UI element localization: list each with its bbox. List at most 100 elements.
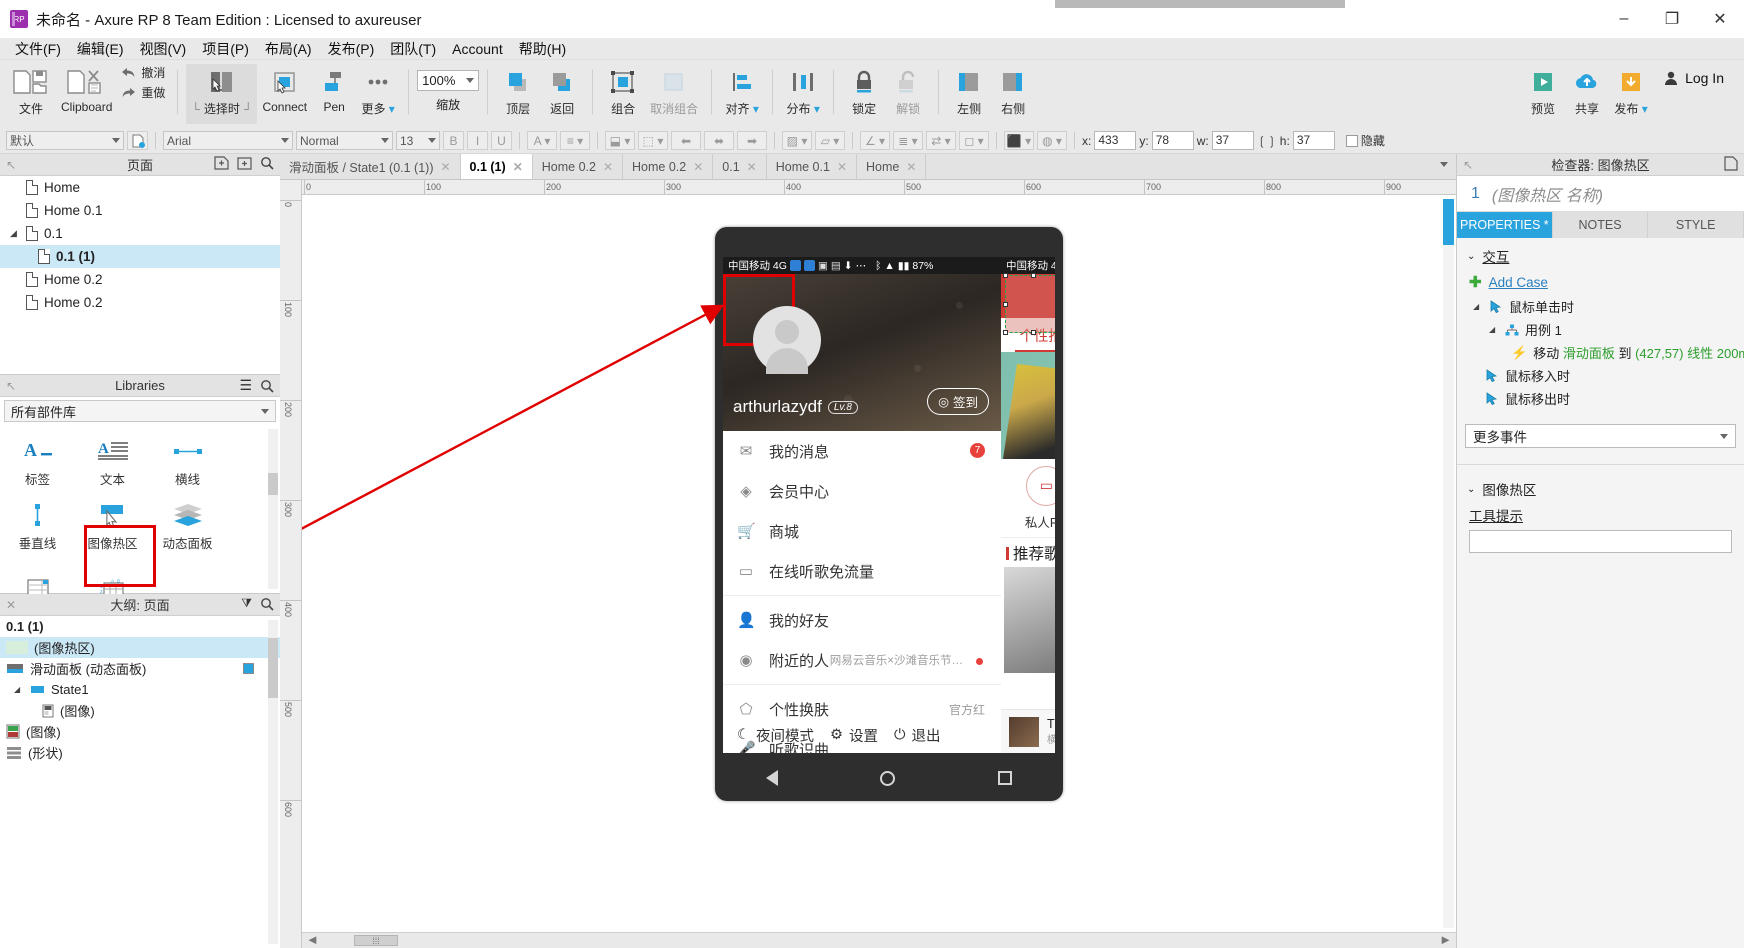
font-weight-select[interactable]: Normal bbox=[296, 131, 393, 150]
left-panel-button[interactable]: 左侧 bbox=[947, 64, 991, 124]
menu-item-view[interactable]: 视图(V) bbox=[133, 37, 194, 61]
page-item-home-0-2-a[interactable]: Home 0.2 bbox=[0, 268, 280, 291]
window-drag-grabber[interactable] bbox=[1055, 0, 1345, 8]
vertical-align-button[interactable]: ⬓ ▾ bbox=[605, 131, 635, 150]
collapse-panel-icon[interactable]: ↖ bbox=[1463, 158, 1473, 172]
scroll-right-arrow-icon[interactable]: ► bbox=[1439, 932, 1452, 947]
tab-overflow-chevron-icon[interactable] bbox=[1440, 162, 1448, 167]
font-size-select[interactable]: 13 bbox=[396, 131, 440, 150]
menu-row-messages[interactable]: ✉ 我的消息 7 bbox=[723, 431, 1001, 471]
hotspot-section-title-row[interactable]: ⌄ 图像热区 bbox=[1467, 479, 1734, 499]
share-button[interactable]: 共享 bbox=[1565, 64, 1609, 124]
expand-arrow-icon[interactable]: ◢ bbox=[10, 228, 20, 239]
line-style-button[interactable]: ∠ ▾ bbox=[860, 131, 890, 150]
menu-row-friends[interactable]: 👤 我的好友 bbox=[723, 600, 1001, 640]
line-width-button[interactable]: ≣ ▾ bbox=[893, 131, 923, 150]
recents-nav-icon[interactable] bbox=[997, 771, 1012, 785]
tab-properties[interactable]: PROPERTIES * bbox=[1457, 212, 1553, 238]
scroll-left-arrow-icon[interactable]: ◄ bbox=[306, 932, 319, 947]
close-icon[interactable]: ✕ bbox=[837, 160, 847, 174]
zoom-control[interactable]: 100% 缩放 bbox=[417, 64, 480, 113]
file-toolbar-button[interactable]: 文件 bbox=[6, 64, 56, 124]
library-scrollbar-thumb[interactable] bbox=[268, 473, 278, 495]
tab-style[interactable]: STYLE bbox=[1648, 212, 1744, 238]
outline-item-image-nested[interactable]: (图像) bbox=[0, 700, 280, 721]
expand-arrow-icon[interactable]: ◢ bbox=[1489, 325, 1499, 334]
library-item-hline[interactable]: 横线 bbox=[150, 431, 225, 495]
y-coordinate-field[interactable]: y: 78 bbox=[1139, 131, 1194, 150]
menu-item-edit[interactable]: 编辑(E) bbox=[70, 37, 131, 61]
library-selector[interactable]: 所有部件库 bbox=[4, 400, 276, 422]
right-panel-button[interactable]: 右侧 bbox=[991, 64, 1035, 124]
resize-handle-w[interactable] bbox=[1003, 302, 1008, 307]
recommended-playlists-header[interactable]: 推荐歌单 ❯ bbox=[1001, 537, 1055, 567]
sign-in-button[interactable]: ◎ 签到 bbox=[927, 388, 989, 415]
width-field[interactable]: w: 37 bbox=[1197, 131, 1254, 150]
zoom-select[interactable]: 100% bbox=[417, 70, 480, 91]
text-align-button[interactable]: ≡ ▾ bbox=[560, 131, 590, 150]
outline-item-hotspot[interactable]: (图像热区) bbox=[0, 637, 280, 658]
canvas-hscroll-thumb[interactable]: ⁞⁞⁞ bbox=[354, 935, 398, 946]
expand-arrow-icon[interactable]: ◢ bbox=[1473, 302, 1483, 311]
height-field[interactable]: ❲❳ h: 37 bbox=[1257, 131, 1335, 150]
outline-item-shape[interactable]: (形状) bbox=[0, 742, 280, 763]
menu-row-store[interactable]: 🛒 商城 bbox=[723, 511, 1001, 551]
search-icon[interactable] bbox=[260, 156, 274, 170]
playlist-card-1[interactable]: ♫48万 bbox=[1004, 567, 1055, 673]
x-coordinate-field[interactable]: x: 433 bbox=[1082, 131, 1137, 150]
chevron-down-icon[interactable]: ⌄ bbox=[1467, 251, 1475, 262]
add-page-icon[interactable] bbox=[214, 156, 229, 170]
canvas-tab-0[interactable]: 滑动面板 / State1 (0.1 (1)) ✕ bbox=[280, 154, 461, 179]
arrow-style-button[interactable]: ⇄ ▾ bbox=[926, 131, 956, 150]
event-on-mouse-enter[interactable]: 鼠标移入时 bbox=[1467, 364, 1734, 387]
distribute-button[interactable]: 分布 ▾ bbox=[781, 64, 825, 124]
canvas-tab-4[interactable]: 0.1 ✕ bbox=[713, 154, 767, 179]
menu-item-team[interactable]: 团队(T) bbox=[383, 37, 443, 61]
bold-button[interactable]: B bbox=[443, 131, 464, 150]
group-button[interactable]: 组合 bbox=[601, 64, 645, 124]
menu-item-layout[interactable]: 布局(A) bbox=[258, 37, 319, 61]
page-note-icon[interactable] bbox=[1724, 156, 1738, 171]
close-icon[interactable]: ✕ bbox=[6, 598, 16, 612]
page-item-home[interactable]: Home bbox=[0, 176, 280, 199]
y-input[interactable]: 78 bbox=[1151, 131, 1194, 150]
menu-item-publish[interactable]: 发布(P) bbox=[321, 37, 382, 61]
clipboard-toolbar-button[interactable]: Clipboard bbox=[56, 64, 117, 124]
close-icon[interactable]: ✕ bbox=[603, 160, 613, 174]
pen-tool-button[interactable]: Pen bbox=[312, 64, 356, 124]
quick-entry-fm[interactable]: ▭ 私人FM bbox=[1025, 465, 1055, 531]
tooltip-input[interactable] bbox=[1469, 530, 1732, 553]
minimize-button[interactable]: – bbox=[1600, 0, 1648, 38]
italic-button[interactable]: I bbox=[467, 131, 488, 150]
h-input[interactable]: 37 bbox=[1292, 131, 1335, 150]
close-icon[interactable]: ✕ bbox=[906, 160, 916, 174]
close-icon[interactable]: ✕ bbox=[513, 160, 523, 174]
page-item-0-1[interactable]: ◢ 0.1 bbox=[0, 222, 280, 245]
library-scrollbar[interactable] bbox=[268, 429, 278, 589]
corner-radius-button[interactable]: ◻ ▾ bbox=[959, 131, 989, 150]
login-button[interactable]: Log In bbox=[1653, 64, 1734, 92]
menu-item-help[interactable]: 帮助(H) bbox=[512, 37, 573, 61]
preview-button[interactable]: 预览 bbox=[1521, 64, 1565, 124]
collapse-panel-icon[interactable]: ↖ bbox=[6, 379, 16, 393]
maximize-button[interactable]: ❐ bbox=[1648, 0, 1696, 38]
resize-handle-sw[interactable] bbox=[1003, 330, 1008, 335]
link-dimensions-icon[interactable]: ❲❳ bbox=[1257, 134, 1277, 148]
event-case-1[interactable]: ◢ 用例 1 bbox=[1467, 318, 1734, 341]
unlock-button[interactable]: 解锁 bbox=[886, 64, 930, 124]
canvas-tab-6[interactable]: Home ✕ bbox=[857, 154, 927, 179]
page-item-0-1-1[interactable]: 0.1 (1) bbox=[0, 245, 280, 268]
page-item-home-0-1[interactable]: Home 0.1 bbox=[0, 199, 280, 222]
page-item-home-0-2-b[interactable]: Home 0.2 bbox=[0, 291, 280, 314]
outline-item-dynamic-panel[interactable]: 滑动面板 (动态面板) bbox=[0, 658, 280, 679]
horizontal-ruler[interactable]: 0 100 200 300 400 500 600 700 800 900 bbox=[302, 180, 1456, 195]
add-folder-icon[interactable] bbox=[237, 156, 252, 170]
opacity-button[interactable]: ◍ ▾ bbox=[1037, 131, 1067, 150]
home-nav-icon[interactable] bbox=[880, 770, 896, 786]
widget-style-select[interactable]: 默认 bbox=[6, 131, 124, 150]
underline-button[interactable]: U bbox=[491, 131, 512, 150]
lock-button[interactable]: 锁定 bbox=[842, 64, 886, 124]
x-input[interactable]: 433 bbox=[1094, 131, 1137, 150]
menu-row-vip[interactable]: ◈ 会员中心 bbox=[723, 471, 1001, 511]
select-tool-button[interactable]: └ 选择时 ┘ bbox=[186, 64, 258, 124]
